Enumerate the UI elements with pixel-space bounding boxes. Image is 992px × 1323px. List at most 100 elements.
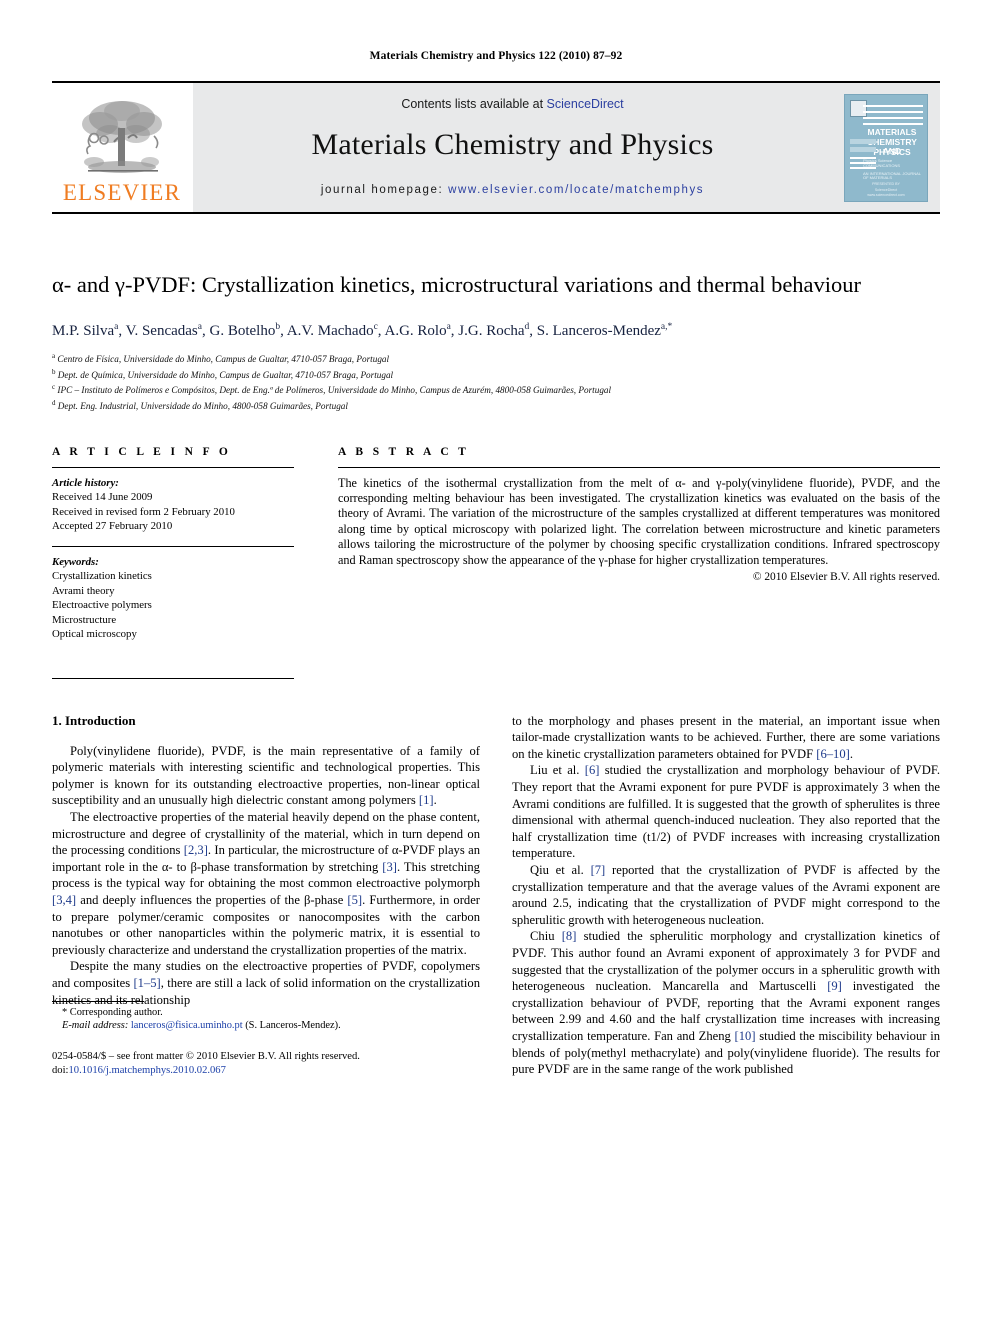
- doi-line: doi:10.1016/j.matchemphys.2010.02.067: [52, 1064, 480, 1078]
- author-name: M.P. Silva: [52, 323, 115, 339]
- publisher-logo: ELSEVIER: [52, 83, 192, 212]
- body-column-left: 1. Introduction Poly(vinylidene fluoride…: [52, 713, 480, 1078]
- affiliation-mark: b: [52, 367, 56, 376]
- section-heading-introduction: 1. Introduction: [52, 712, 136, 728]
- page-footnote: * Corresponding author. E-mail address: …: [52, 1000, 480, 1078]
- author-entry[interactable]: A.V. Machadoc: [286, 322, 378, 339]
- cover-footer-line1: PRESENTED BY: [872, 181, 900, 186]
- abstract-column: A B S T R A C T The kinetics of the isot…: [338, 446, 940, 679]
- corresponding-author-note: * Corresponding author.: [62, 1006, 163, 1018]
- cover-publisher-mark-icon: [850, 99, 867, 117]
- keywords-label: Keywords:: [52, 555, 99, 568]
- email-link[interactable]: lanceros@fisica.uminho.pt: [131, 1020, 243, 1031]
- affiliation-item: a Centro de Física, Universidade do Minh…: [52, 350, 940, 366]
- author-affil-mark: a: [446, 322, 451, 332]
- keyword-item: Avrami theory: [52, 584, 115, 597]
- citation-reference[interactable]: [6–10]: [816, 747, 850, 761]
- article-history-item: Received 14 June 2009: [52, 491, 153, 504]
- author-list: M.P. Silvaa, V. Sencadasa, G. Botelhob, …: [52, 322, 673, 339]
- divider: [52, 545, 294, 547]
- email-owner: (S. Lanceros-Mendez).: [245, 1020, 341, 1032]
- email-label: E-mail address:: [62, 1020, 129, 1032]
- article-info-column: A R T I C L E I N F O Article history: R…: [52, 446, 294, 679]
- affiliation-mark: a: [52, 352, 56, 360]
- email-note: E-mail address: lanceros@fisica.uminho.p…: [52, 1019, 480, 1033]
- author-affil-mark: d: [524, 322, 530, 332]
- journal-homepage-line: journal homepage: www.elsevier.com/locat…: [321, 184, 704, 196]
- author-affil-mark: a: [197, 322, 202, 332]
- author-name: V. Sencadas: [125, 323, 198, 339]
- affiliation-text: Dept. de Química, Universidade do Minho,…: [57, 369, 394, 380]
- citation-reference[interactable]: [3,4]: [52, 893, 76, 907]
- citation-reference[interactable]: [9]: [827, 979, 842, 993]
- info-abstract-region: A R T I C L E I N F O Article history: R…: [52, 446, 940, 679]
- cover-image: MATERIALS CHEMISTRY AND PHYSICS Physics …: [844, 93, 928, 202]
- author-name: G. Botelho: [209, 323, 276, 339]
- journal-cover-thumbnail: MATERIALS CHEMISTRY AND PHYSICS Physics …: [832, 83, 940, 212]
- affiliation-text: Dept. Eng. Industrial, Universidade do M…: [57, 401, 348, 412]
- contents-prefix: Contents lists available at: [401, 97, 547, 111]
- footnote-divider: [52, 1000, 144, 1002]
- author-entry[interactable]: M.P. Silvaa: [52, 322, 119, 339]
- citation-reference[interactable]: [6]: [585, 763, 600, 777]
- author-entry[interactable]: G. Botelhob: [209, 322, 281, 339]
- author-affil-mark: c: [373, 322, 378, 332]
- paper-page: Materials Chemistry and Physics 122 (201…: [0, 0, 992, 1323]
- author-affil-mark: b: [275, 322, 281, 332]
- body-paragraph: Qiu et al. [7] reported that the crystal…: [512, 862, 940, 927]
- abstract-text: The kinetics of the isothermal crystalli…: [338, 475, 940, 567]
- article-history-label: Article history:: [52, 476, 119, 489]
- body-columns: 1. Introduction Poly(vinylidene fluoride…: [52, 713, 940, 1078]
- citation-reference[interactable]: [5]: [347, 893, 362, 907]
- author-affil-mark: a: [114, 322, 119, 332]
- elsevier-wordmark: ELSEVIER: [62, 180, 182, 205]
- body-paragraph: The electroactive properties of the mate…: [52, 810, 480, 957]
- affiliation-item: c IPC – Instituto de Polímeros e Compósi…: [52, 381, 940, 397]
- author-name: A.V. Machado: [286, 323, 374, 339]
- article-history-item: Accepted 27 February 2010: [52, 520, 173, 533]
- author-entry[interactable]: S. Lanceros-Mendeza,*: [536, 322, 673, 339]
- author-affil-mark: a,*: [660, 322, 673, 332]
- imprint-block: 0254-0584/$ – see front matter © 2010 El…: [52, 1050, 480, 1078]
- homepage-prefix: journal homepage:: [320, 184, 449, 196]
- article-history-item: Received in revised form 2 February 2010: [52, 505, 235, 518]
- citation-reference[interactable]: [7]: [591, 863, 606, 877]
- article-info-heading: A R T I C L E I N F O: [52, 445, 232, 458]
- author-entry[interactable]: J.G. Rochad: [458, 322, 530, 339]
- divider: [52, 466, 294, 468]
- affiliation-item: b Dept. de Química, Universidade do Minh…: [52, 366, 940, 382]
- citation-reference[interactable]: [2,3]: [184, 843, 208, 857]
- divider: [338, 466, 940, 468]
- keyword-item: Electroactive polymers: [52, 599, 152, 612]
- citation-reference[interactable]: [1–5]: [133, 976, 160, 990]
- citation-reference[interactable]: [3]: [382, 860, 397, 874]
- citation-reference[interactable]: [8]: [562, 929, 577, 943]
- author-name: J.G. Rocha: [458, 323, 525, 339]
- cover-footer-line3: www.sciencedirect.com: [867, 192, 905, 197]
- running-head: Materials Chemistry and Physics 122 (201…: [369, 50, 623, 62]
- body-paragraph: Poly(vinylidene fluoride), PVDF, is the …: [52, 743, 480, 808]
- citation-reference[interactable]: [1]: [419, 793, 434, 807]
- author-name: S. Lanceros-Mendez: [536, 323, 661, 339]
- author-name: A.G. Rolo: [384, 323, 447, 339]
- keyword-item: Microstructure: [52, 613, 117, 626]
- author-entry[interactable]: V. Sencadasa: [125, 322, 202, 339]
- cover-subtitle-line3: AN INTERNATIONAL JOURNAL OF MATERIALS: [863, 170, 921, 181]
- journal-title: Materials Chemistry and Physics: [311, 128, 714, 161]
- doi-link[interactable]: 10.1016/j.matchemphys.2010.02.067: [68, 1065, 225, 1076]
- article-title: α- and γ-PVDF: Crystallization kinetics,…: [52, 272, 862, 297]
- affiliation-list: a Centro de Física, Universidade do Minh…: [52, 350, 940, 413]
- author-entry[interactable]: A.G. Roloa: [384, 322, 451, 339]
- elsevier-tree-icon: [82, 101, 162, 173]
- citation-reference[interactable]: [10]: [735, 1029, 756, 1043]
- body-column-right: to the morphology and phases present in …: [512, 713, 940, 1078]
- masthead-center: Contents lists available at ScienceDirec…: [192, 83, 832, 212]
- sciencedirect-link[interactable]: ScienceDirect: [547, 97, 624, 111]
- body-paragraph: Liu et al. [6] studied the crystallizati…: [512, 763, 940, 861]
- contents-available-line: Contents lists available at ScienceDirec…: [401, 97, 623, 111]
- abstract-copyright: © 2010 Elsevier B.V. All rights reserved…: [752, 571, 940, 584]
- keyword-item: Optical microscopy: [52, 628, 137, 641]
- journal-masthead: ELSEVIER Contents lists available at Sci…: [52, 81, 940, 214]
- homepage-url-link[interactable]: www.elsevier.com/locate/matchemphys: [448, 184, 704, 196]
- affiliation-mark: c: [52, 383, 56, 392]
